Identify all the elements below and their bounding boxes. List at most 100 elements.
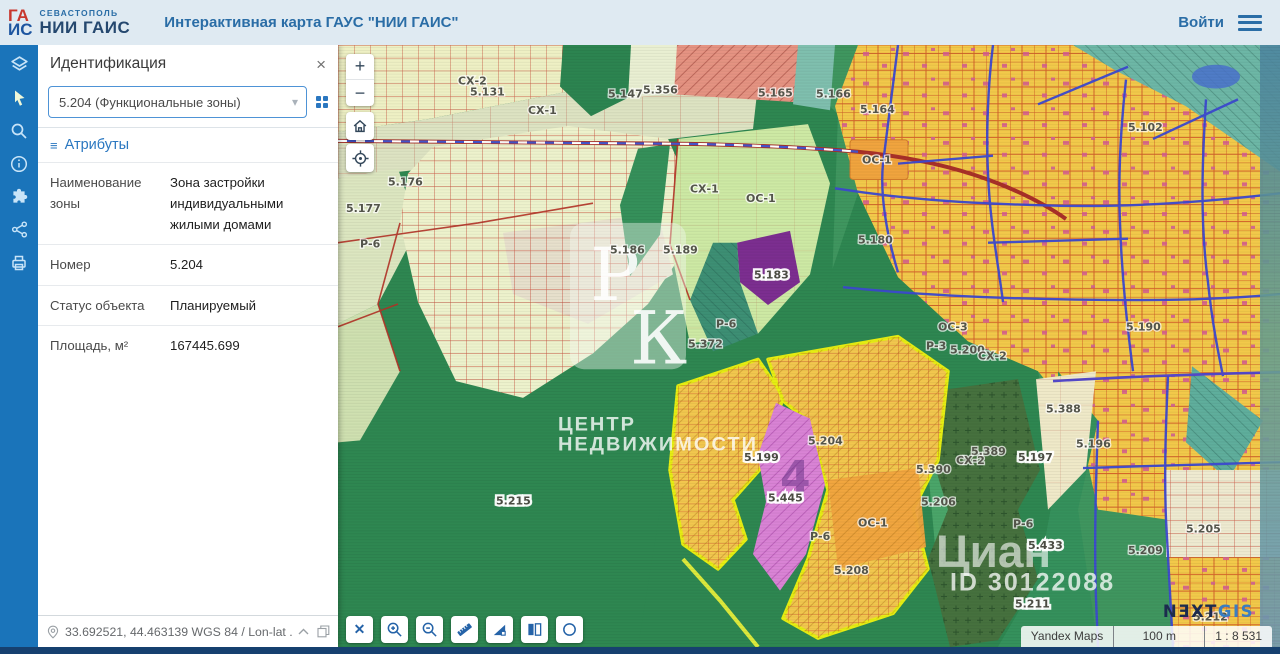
attr-label: Наименование зоны xyxy=(38,163,158,245)
home-button[interactable] xyxy=(346,112,374,140)
compare-panels-icon xyxy=(526,621,543,638)
zoom-to-feature-icon[interactable] xyxy=(316,96,328,108)
list-icon: ≡ xyxy=(50,138,58,153)
scale-bar: 100 m xyxy=(1113,626,1205,647)
close-icon[interactable]: × xyxy=(316,56,326,73)
center-watermark-line1: ЦЕНТР xyxy=(558,414,636,436)
layer-select[interactable]: 5.204 (Функциональные зоны) ▾ xyxy=(48,86,307,118)
zone-label: ОС-1 xyxy=(858,516,888,529)
map-canvas[interactable]: Р К ЦЕНТР НЕДВИЖИМОСТИ Циан ID 30122088 … xyxy=(338,45,1280,647)
zone-label: 5.204 xyxy=(808,434,843,447)
zone-label: 5.356 xyxy=(643,83,678,96)
zone-label: 5.209 xyxy=(1128,544,1163,557)
nextgis-logo-blue: GIS xyxy=(1218,602,1254,621)
attr-label: Номер xyxy=(38,245,158,285)
zone-label: Р-3 xyxy=(926,340,946,353)
location-pin-icon xyxy=(47,625,59,639)
attributes-link[interactable]: Атрибуты xyxy=(65,137,129,153)
attr-label: Статус объекта xyxy=(38,285,158,325)
search-icon[interactable] xyxy=(6,120,32,141)
area-triangle-icon xyxy=(491,621,508,638)
zone-label: 5.211 xyxy=(1015,598,1050,611)
zone-label: 5.189 xyxy=(663,244,698,257)
zone-label: 5.180 xyxy=(858,234,893,247)
page-title: Интерактивная карта ГАУС "НИИ ГАИС" xyxy=(164,14,458,31)
zone-label: 5.372 xyxy=(688,338,723,351)
zone-label: 4 xyxy=(780,452,811,503)
locate-button[interactable] xyxy=(346,144,374,172)
attributes-table: Наименование зоны Зона застройки индивид… xyxy=(38,162,338,365)
zone-label: СХ-2 xyxy=(978,349,1007,362)
compare-panels-button[interactable] xyxy=(521,616,548,643)
layers-icon[interactable] xyxy=(6,54,32,75)
zone-label: Р-6 xyxy=(810,530,831,543)
logo[interactable]: ГА ИС СЕВАСТОПОЛЬ НИИ ГАИС xyxy=(0,9,130,37)
zone-label: ОС-1 xyxy=(746,192,776,205)
panel-title: Идентификация xyxy=(50,55,166,73)
zone-label: 5.390 xyxy=(916,463,951,476)
zone-label: СХ-2 xyxy=(956,454,985,467)
plugins-icon[interactable] xyxy=(6,186,32,207)
table-row: Статус объекта Планируемый xyxy=(38,285,338,325)
basemap-svg: Р К ЦЕНТР НЕДВИЖИМОСТИ Циан ID 30122088 … xyxy=(338,45,1280,647)
bottom-strip xyxy=(0,647,1280,654)
zone-label: 5.190 xyxy=(1126,321,1161,334)
zone-label: 5.177 xyxy=(346,202,381,215)
zone-label: 5.199 xyxy=(744,451,779,464)
attr-value: 5.204 xyxy=(158,245,338,285)
zone-label: 5.164 xyxy=(860,103,895,116)
zone-label: 5.388 xyxy=(1046,403,1081,416)
logo-monogram: ГА ИС xyxy=(8,9,33,37)
ruler-icon xyxy=(456,621,473,638)
info-icon[interactable] xyxy=(6,153,32,174)
zone-label: 5.183 xyxy=(754,268,789,281)
map-attribution: Yandex Maps 100 m 1 : 8 531 xyxy=(1021,626,1272,647)
chevron-down-icon: ▾ xyxy=(292,95,298,109)
cancel-tool-button[interactable]: ✕ xyxy=(346,616,373,643)
table-row: Наименование зоны Зона застройки индивид… xyxy=(38,163,338,245)
zone-label: 5.208 xyxy=(834,564,869,577)
zone-label: 5.166 xyxy=(816,87,851,100)
scale-ratio: 1 : 8 531 xyxy=(1205,626,1272,647)
pointer-icon[interactable] xyxy=(6,87,32,108)
cian-id-watermark: ID 30122088 xyxy=(950,570,1115,597)
print-icon[interactable] xyxy=(6,252,32,273)
chevron-up-icon[interactable] xyxy=(298,628,309,635)
zoom-in-button[interactable]: + xyxy=(346,54,374,80)
magnify-minus-icon xyxy=(421,621,438,638)
zone-label: Р-6 xyxy=(716,318,737,331)
header: ГА ИС СЕВАСТОПОЛЬ НИИ ГАИС Интерактивная… xyxy=(0,0,1280,45)
zoom-in-tool-button[interactable] xyxy=(381,616,408,643)
zone-label: 5.206 xyxy=(921,496,956,509)
zone-label: 5.131 xyxy=(470,85,505,98)
zone-label: 5.433 xyxy=(1028,539,1063,552)
center-watermark-line2: НЕДВИЖИМОСТИ xyxy=(558,433,758,455)
zone-label: ОС-1 xyxy=(862,154,892,167)
zoom-out-button[interactable]: − xyxy=(346,80,374,106)
menu-burger-icon[interactable] xyxy=(1238,15,1262,31)
measure-area-button[interactable] xyxy=(486,616,513,643)
table-row: Площадь, м² 167445.699 xyxy=(38,325,338,365)
zoom-out-tool-button[interactable] xyxy=(416,616,443,643)
measure-distance-button[interactable] xyxy=(451,616,478,643)
magnify-plus-icon xyxy=(386,621,403,638)
copy-icon[interactable] xyxy=(317,625,330,638)
share-icon[interactable] xyxy=(6,219,32,240)
login-button[interactable]: Войти xyxy=(1178,14,1224,31)
circle-select-button[interactable] xyxy=(556,616,583,643)
zone-label: СХ-1 xyxy=(690,182,719,195)
coordinates-value: 33.692521, 44.463139 WGS 84 / Lon-lat ..… xyxy=(65,625,292,639)
attribution-provider[interactable]: Yandex Maps xyxy=(1021,626,1114,647)
attr-label: Площадь, м² xyxy=(38,325,158,365)
zone-label: СХ-1 xyxy=(528,104,557,117)
zone-label: 5.102 xyxy=(1128,121,1163,134)
logo-region: СЕВАСТОПОЛЬ xyxy=(40,9,131,18)
zone-label: 5.215 xyxy=(496,495,531,508)
zone-label: 5.186 xyxy=(610,244,645,257)
layer-select-value: 5.204 (Функциональные зоны) xyxy=(59,95,241,110)
measure-toolbar: ✕ xyxy=(346,616,583,643)
nextgis-logo-dark: NƎXT xyxy=(1163,602,1218,621)
nextgis-logo[interactable]: NƎXTGIS xyxy=(1163,602,1254,621)
rk-watermark-k: К xyxy=(630,297,687,382)
tool-rail xyxy=(0,45,38,647)
